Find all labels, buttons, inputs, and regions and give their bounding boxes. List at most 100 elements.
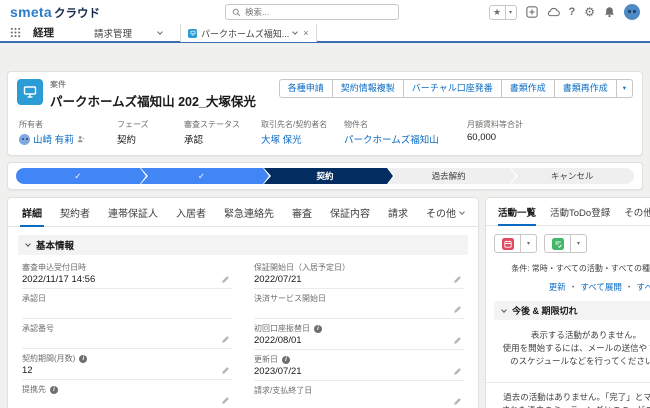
path-stage-past-cancellation[interactable]: 過去解約	[387, 168, 511, 184]
new-event-dropdown-icon[interactable]: ▾	[521, 234, 537, 253]
activity-tabs: 活動一覧 活動ToDo登録 その他	[486, 198, 650, 226]
brand-name: smeta	[10, 4, 52, 20]
tab-resident[interactable]: 入居者	[167, 198, 215, 226]
info-icon[interactable]: i	[50, 386, 58, 394]
activity-past-state: 過去の活動はありません。「完了」とマークされた過去のミーティングと ToDo が…	[486, 383, 650, 408]
basic-info-form: 審査申込受付日時 2022/11/17 14:56 承認日 承認番号	[8, 255, 478, 408]
app-name: 経理	[33, 25, 54, 40]
change-owner-icon[interactable]	[77, 135, 85, 143]
field-monthly-rent-total: 月額賃料等合計 60,000	[467, 119, 531, 146]
field-payment-service-start: 決済サービス開始日	[254, 290, 464, 319]
activity-filter-row: 条件: 常時・すべての活動・すべての種別 ⚙	[486, 255, 650, 276]
property-link[interactable]: パークホームズ福知山	[344, 132, 459, 146]
new-event-button[interactable]	[494, 234, 521, 253]
tab-billing[interactable]: 請求	[379, 198, 417, 226]
new-task-dropdown-icon[interactable]: ▾	[571, 234, 587, 253]
path-stage-1[interactable]: ✓	[16, 168, 140, 184]
path-stage-contract[interactable]: 契約	[263, 168, 387, 184]
field-contract-term-months: 契約期間(月数)i 12	[22, 350, 232, 380]
detail-tabs: 詳細 契約者 連帯保証人 入居者 緊急連絡先 審査 保証内容 請求 その他	[8, 198, 478, 227]
notifications-bell-icon[interactable]	[604, 6, 615, 18]
apply-button[interactable]: 各種申請	[279, 79, 333, 98]
tab-emergency-contact[interactable]: 緊急連絡先	[215, 198, 283, 226]
edit-pencil-icon[interactable]	[453, 367, 462, 376]
field-review-received-datetime: 審査申込受付日時 2022/11/17 14:56	[22, 259, 232, 289]
more-actions-button[interactable]: ▾	[617, 79, 633, 98]
new-event-control: ▾	[494, 234, 537, 253]
edit-pencil-icon[interactable]	[221, 366, 230, 375]
copy-contract-button[interactable]: 契約情報複製	[333, 79, 404, 98]
tab-review[interactable]: 審査	[283, 198, 321, 226]
check-icon: ✓	[198, 171, 205, 182]
record-tab-icon	[188, 29, 197, 38]
check-icon: ✓	[74, 171, 81, 182]
search-input[interactable]	[245, 7, 392, 17]
field-review-status: 審査ステータス 承認	[184, 119, 261, 146]
edit-pencil-icon[interactable]	[453, 305, 462, 314]
highlight-fields: 所有者 山崎 有莉 フェーズ 契約 審査ステータス 承認 取引先名/契約	[17, 119, 633, 146]
user-avatar[interactable]	[624, 4, 640, 20]
edit-pencil-icon[interactable]	[221, 396, 230, 405]
help-icon[interactable]: ?	[569, 6, 576, 18]
chevron-down-icon[interactable]	[157, 29, 163, 35]
tab-close-icon[interactable]: ×	[303, 28, 308, 38]
account-link[interactable]: 大塚 保光	[261, 132, 336, 146]
section-basic-info[interactable]: 基本情報	[18, 235, 468, 255]
expand-all-link[interactable]: すべて展開	[580, 281, 622, 293]
nav-item-billing[interactable]: 請求管理	[94, 26, 162, 40]
form-left-column: 審査申込受付日時 2022/11/17 14:56 承認日 承認番号	[22, 259, 232, 408]
event-calendar-icon	[502, 238, 514, 250]
new-task-button[interactable]	[544, 234, 571, 253]
search-icon	[232, 8, 241, 17]
edit-pencil-icon[interactable]	[221, 275, 230, 284]
info-icon[interactable]: i	[79, 355, 87, 363]
record-title: パークホームズ福知山 202_大塚保光	[50, 91, 256, 110]
section-upcoming-overdue[interactable]: 今後 & 期限切れ	[494, 301, 650, 320]
edit-pencil-icon[interactable]	[221, 335, 230, 344]
record-action-buttons: 各種申請 契約情報複製 バーチャル口座発番 書類作成 書類再作成 ▾	[279, 79, 633, 98]
guidance-cloud-icon[interactable]	[547, 7, 560, 17]
tab-more[interactable]: その他	[417, 198, 473, 226]
chevron-down-icon	[459, 209, 465, 215]
refresh-link[interactable]: 更新	[549, 281, 566, 293]
favorites-control: ★ ▾	[489, 5, 517, 20]
activity-filter-text: 条件: 常時・すべての活動・すべての種別	[511, 263, 650, 274]
section-collapse-icon	[501, 307, 507, 313]
global-actions-icon[interactable]	[526, 6, 538, 18]
tab-guarantee[interactable]: 保証内容	[321, 198, 379, 226]
favorites-star-icon[interactable]: ★	[489, 5, 506, 20]
tab-guarantor[interactable]: 連帯保証人	[99, 198, 167, 226]
activity-card: 活動一覧 活動ToDo登録 その他 ▾	[485, 197, 650, 408]
info-icon[interactable]: i	[282, 356, 290, 364]
brand-logo: smeta クラウド	[10, 4, 100, 21]
tab-activity-list[interactable]: 活動一覧	[491, 198, 543, 225]
field-owner: 所有者 山崎 有莉	[19, 119, 117, 146]
tab-activity-todo[interactable]: 活動ToDo登録	[543, 198, 617, 225]
global-search[interactable]	[225, 4, 399, 20]
setup-gear-icon[interactable]: ⚙	[584, 6, 595, 18]
stage-path: ✓ ✓ 契約 過去解約 キャンセル	[16, 168, 634, 184]
tab-options-chevron-icon[interactable]	[292, 29, 298, 35]
virtual-account-button[interactable]: バーチャル口座発番	[404, 79, 502, 98]
tab-contractor[interactable]: 契約者	[51, 198, 99, 226]
view-all-link[interactable]: すべて表示	[636, 281, 650, 293]
tab-details[interactable]: 詳細	[13, 198, 51, 226]
edit-pencil-icon[interactable]	[453, 275, 462, 284]
task-checklist-icon	[552, 238, 564, 250]
path-stage-2[interactable]: ✓	[140, 168, 264, 184]
section-collapse-icon	[25, 241, 31, 247]
path-stage-cancel[interactable]: キャンセル	[510, 168, 634, 184]
recreate-docs-button[interactable]: 書類再作成	[555, 79, 617, 98]
tab-activity-more[interactable]: その他	[617, 198, 650, 225]
edit-pencil-icon[interactable]	[453, 336, 462, 345]
edit-pencil-icon[interactable]	[453, 397, 462, 406]
favorites-dropdown-icon[interactable]: ▾	[506, 5, 517, 20]
workspace-tab[interactable]: パークホームズ福知... ×	[180, 23, 317, 42]
page-content: 案件 パークホームズ福知山 202_大塚保光 各種申請 契約情報複製 バーチャル…	[0, 43, 650, 408]
app-launcher-waffle-icon[interactable]	[10, 27, 21, 38]
info-icon[interactable]: i	[314, 325, 322, 333]
field-approval-date: 承認日	[22, 290, 232, 319]
create-docs-button[interactable]: 書類作成	[502, 79, 555, 98]
app-window: smeta クラウド ★ ▾ ? ⚙	[0, 0, 650, 408]
owner-link[interactable]: 山崎 有莉	[33, 132, 74, 146]
